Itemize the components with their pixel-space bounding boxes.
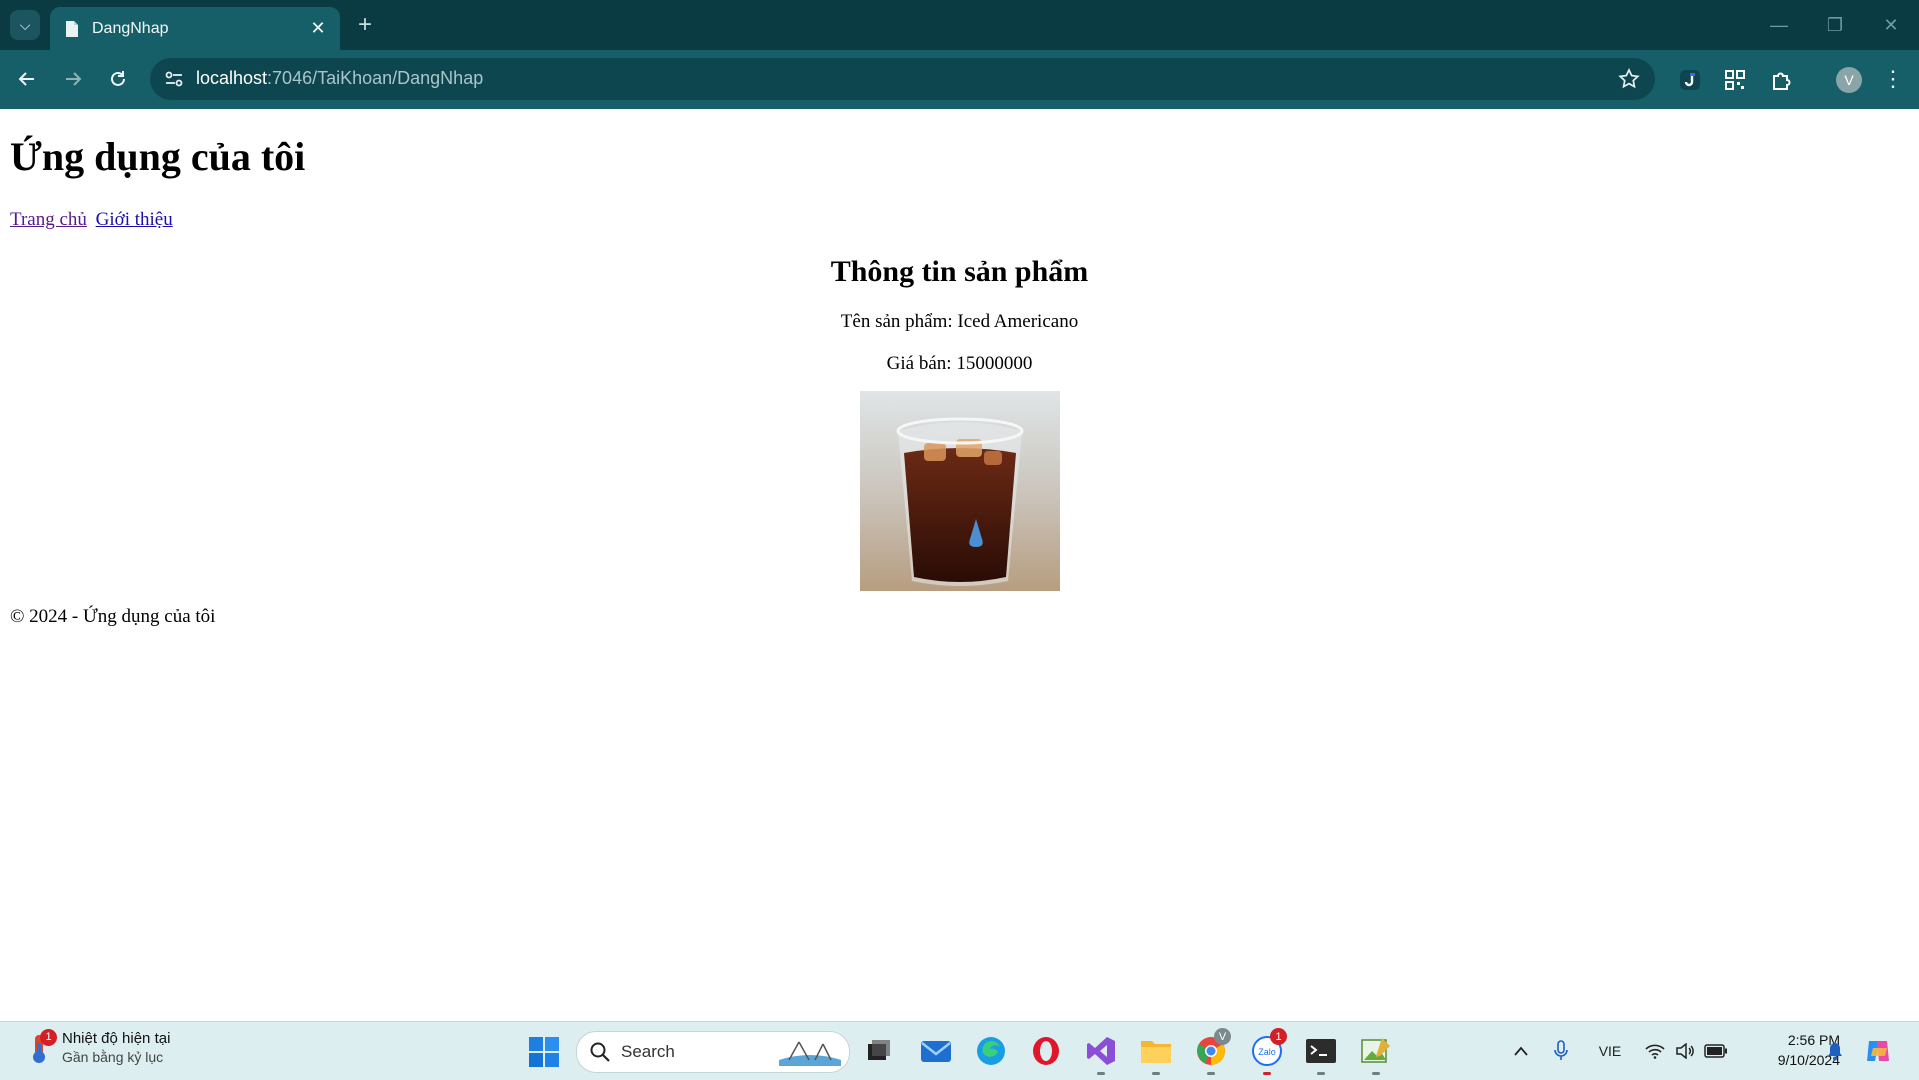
terminal-app[interactable] <box>1302 1032 1340 1075</box>
terminal-icon <box>1306 1039 1336 1063</box>
app-running-indicator <box>1097 1072 1105 1075</box>
show-hidden-icons[interactable] <box>1508 1037 1534 1065</box>
browser-tabstrip: ⌵ DangNhap ✕ + — ❐ ✕ <box>0 0 1919 50</box>
microphone-icon[interactable] <box>1548 1037 1574 1065</box>
forward-button[interactable] <box>56 62 90 96</box>
zalo-app[interactable]: Zalo 1 <box>1248 1028 1287 1075</box>
reload-icon <box>111 71 125 86</box>
chevron-down-icon: ⌵ <box>19 16 31 33</box>
extensions-puzzle-icon[interactable] <box>1767 66 1795 94</box>
product-heading: Thông tin sản phẩm <box>830 255 1089 288</box>
app-running-indicator <box>1152 1072 1160 1075</box>
app-title: Ứng dụng của tôi <box>10 134 306 179</box>
new-tab-button[interactable]: + <box>352 11 378 38</box>
close-tab-icon[interactable]: ✕ <box>306 17 330 41</box>
taskbar: 1 Nhiệt độ hiện tại Gần bằng kỷ lục Sear… <box>0 1021 1919 1080</box>
chevron-up-icon <box>1514 1046 1528 1056</box>
app-running-indicator <box>1317 1072 1325 1075</box>
tab-dangnhap[interactable]: DangNhap ✕ <box>50 7 340 50</box>
copilot-icon[interactable] <box>1862 1037 1894 1065</box>
task-view-icon <box>868 1040 890 1060</box>
windows-start-icon[interactable] <box>528 1036 560 1068</box>
search-icon <box>590 1042 610 1062</box>
page-icon <box>66 20 78 37</box>
taskbar-search[interactable]: Search <box>576 1031 850 1073</box>
wifi-icon[interactable] <box>1642 1037 1668 1065</box>
paint-app[interactable] <box>1357 1032 1395 1075</box>
search-label: Search <box>621 1042 675 1061</box>
close-window-icon[interactable]: ✕ <box>1863 0 1919 50</box>
nav-link-about[interactable]: Giới thiệu <box>96 209 173 230</box>
weather-badge: 1 <box>40 1028 57 1046</box>
bookmark-star-icon[interactable] <box>1617 67 1641 91</box>
nav-link-home[interactable]: Trang chủ <box>10 209 87 230</box>
minimize-icon[interactable]: — <box>1751 0 1807 50</box>
address-bar[interactable]: localhost:7046/TaiKhoan/DangNhap <box>150 58 1655 100</box>
search-highlight-art <box>779 1041 841 1066</box>
paint-icon <box>1361 1038 1390 1063</box>
app-running-indicator <box>1207 1072 1215 1075</box>
mail-icon <box>921 1041 951 1062</box>
url-text: localhost:7046/TaiKhoan/DangNhap <box>196 68 483 89</box>
tab-title: DangNhap <box>92 19 169 37</box>
app-running-indicator <box>1263 1072 1271 1075</box>
weather-subtitle: Gần bằng kỷ lục <box>62 1049 164 1065</box>
browser-toolbar: localhost:7046/TaiKhoan/DangNhap V ⋮ <box>0 50 1919 109</box>
weather-widget[interactable]: 1 Nhiệt độ hiện tại Gần bằng kỷ lục <box>26 1028 171 1065</box>
arrow-right-icon <box>66 72 82 86</box>
opera-icon <box>1033 1037 1059 1065</box>
url-host: localhost <box>196 68 268 88</box>
product-image <box>859 391 1060 591</box>
file-explorer-app[interactable] <box>1137 1032 1175 1075</box>
chrome-profile-badge: V <box>1214 1028 1231 1045</box>
more-menu-icon[interactable]: ⋮ <box>1880 64 1906 94</box>
footer-text: © 2024 - Ứng dụng của tôi <box>10 606 216 627</box>
volume-icon[interactable] <box>1672 1037 1698 1065</box>
app-running-indicator <box>1372 1072 1380 1075</box>
back-button[interactable] <box>10 62 44 96</box>
notification-bell-icon[interactable] <box>1822 1037 1848 1065</box>
edge-app[interactable] <box>972 1032 1010 1070</box>
arrow-left-icon <box>18 72 34 86</box>
reload-button[interactable] <box>101 62 135 96</box>
site-settings-icon[interactable] <box>162 67 186 91</box>
url-path: :7046/TaiKhoan/DangNhap <box>267 68 484 88</box>
page-content: Ứng dụng của tôi Trang chủ Giới thiệu Th… <box>0 109 1919 1021</box>
product-name: Tên sản phẩm: Iced Americano <box>840 311 1079 332</box>
extension-j-icon[interactable] <box>1676 66 1704 94</box>
mail-app[interactable] <box>917 1032 955 1070</box>
restore-icon[interactable]: ❐ <box>1807 0 1863 50</box>
svg-text:Zalo: Zalo <box>1258 1047 1276 1057</box>
opera-app[interactable] <box>1027 1032 1065 1070</box>
edge-icon <box>977 1037 1005 1065</box>
product-price: Giá bán: 15000000 <box>886 353 1033 374</box>
battery-icon[interactable] <box>1702 1037 1730 1065</box>
thermometer-icon: 1 <box>26 1028 57 1065</box>
product-info: Thông tin sản phẩm Tên sản phẩm: Iced Am… <box>0 255 1919 591</box>
visual-studio-icon <box>1087 1037 1115 1065</box>
task-view-app[interactable] <box>860 1032 898 1070</box>
window-controls: — ❐ ✕ <box>1751 0 1919 50</box>
chrome-app[interactable]: V <box>1192 1028 1231 1075</box>
language-indicator[interactable]: VIE <box>1592 1037 1628 1065</box>
zalo-badge: 1 <box>1270 1028 1287 1045</box>
nav-links: Trang chủ Giới thiệu <box>10 209 177 231</box>
weather-title: Nhiệt độ hiện tại <box>62 1030 171 1047</box>
folder-icon <box>1141 1041 1171 1063</box>
profile-avatar[interactable]: V <box>1836 67 1862 93</box>
visual-studio-app[interactable] <box>1082 1032 1120 1075</box>
tab-search-button[interactable]: ⌵ <box>10 10 40 40</box>
qr-code-icon[interactable] <box>1721 66 1749 94</box>
